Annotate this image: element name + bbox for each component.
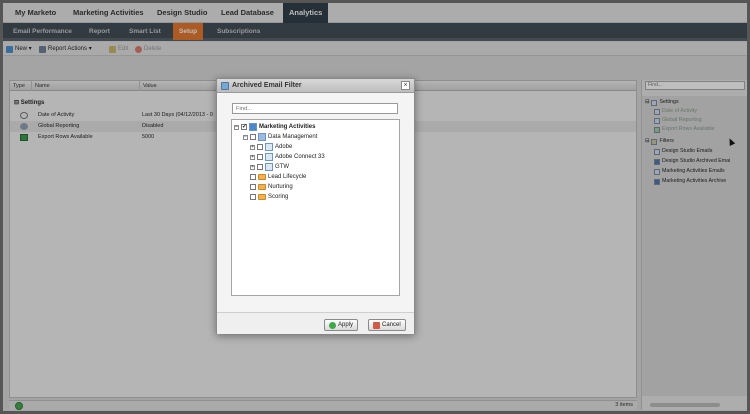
- collapse-icon[interactable]: −: [243, 134, 248, 140]
- folder-icon: [258, 174, 266, 180]
- dialog-title: Archived Email Filter: [232, 82, 302, 89]
- marketing-activities-icon: [249, 123, 257, 131]
- collapse-icon[interactable]: −: [234, 124, 239, 130]
- tree-node-lead-lifecycle[interactable]: Lead Lifecycle: [250, 172, 306, 182]
- filter-icon: [221, 82, 229, 90]
- folder-icon: [258, 184, 266, 190]
- close-button[interactable]: ×: [401, 81, 410, 90]
- checkbox[interactable]: [257, 154, 263, 160]
- program-icon: [265, 153, 273, 161]
- tree-node-data-management[interactable]: − Data Management: [243, 132, 317, 142]
- folder-icon: [258, 194, 266, 200]
- check-icon: [329, 321, 336, 329]
- checkbox[interactable]: [257, 144, 263, 150]
- checkbox[interactable]: [250, 184, 256, 190]
- tree-node-gtw[interactable]: + GTW: [250, 162, 289, 172]
- expand-icon[interactable]: +: [250, 164, 255, 170]
- checkbox[interactable]: [250, 194, 256, 200]
- find-input[interactable]: [232, 103, 398, 114]
- tree-node-marketing-activities[interactable]: − ✓ Marketing Activities: [234, 122, 315, 132]
- cancel-button[interactable]: Cancel: [368, 319, 406, 331]
- program-icon: [265, 163, 273, 171]
- archived-email-filter-dialog: Archived Email Filter × − ✓ Marketing Ac…: [216, 78, 415, 334]
- filter-tree: − ✓ Marketing Activities − Data Manageme…: [231, 119, 400, 296]
- dialog-footer: Apply Cancel: [217, 312, 414, 334]
- program-icon: [265, 143, 273, 151]
- tree-node-nurturing[interactable]: Nurturing: [250, 182, 293, 192]
- checkbox[interactable]: [250, 174, 256, 180]
- checkbox[interactable]: ✓: [241, 124, 247, 130]
- cancel-icon: [373, 321, 380, 329]
- expand-icon[interactable]: +: [250, 144, 255, 150]
- checkbox[interactable]: [257, 164, 263, 170]
- folder-icon: [258, 133, 266, 141]
- checkbox[interactable]: [250, 134, 256, 140]
- tree-node-adobe-connect[interactable]: + Adobe Connect 33: [250, 152, 325, 162]
- tree-node-scoring[interactable]: Scoring: [250, 192, 288, 202]
- apply-button[interactable]: Apply: [324, 319, 359, 331]
- dialog-title-bar[interactable]: Archived Email Filter ×: [217, 79, 414, 93]
- tree-node-adobe[interactable]: + Adobe: [250, 142, 292, 152]
- expand-icon[interactable]: +: [250, 154, 255, 160]
